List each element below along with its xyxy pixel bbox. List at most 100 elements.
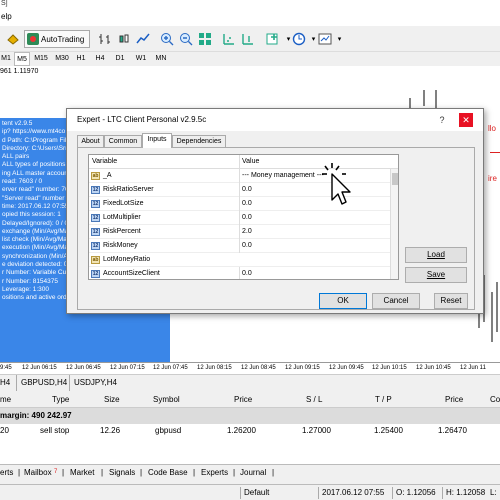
autotrading-button[interactable]: AutoTrading [24,30,90,48]
param-value[interactable]: 0.0 [239,197,389,211]
col-comment[interactable]: Co [490,392,500,408]
scrollbar-thumb[interactable] [392,173,398,185]
col-sl[interactable]: S / L [306,392,322,408]
param-name: LotMultiplier [103,214,141,221]
chart-tab[interactable]: H4 [0,375,10,391]
order-row[interactable]: 20 sell stop 12.26 gbpusd 1.26200 1.2700… [0,424,500,438]
alert-line [490,152,500,153]
help-icon[interactable]: ? [435,113,449,127]
param-value[interactable]: --- Money management --- [239,169,389,183]
tf-m30[interactable]: M30 [53,52,71,66]
param-row[interactable]: 12 AccountSizeClient 0.0 [89,267,390,279]
time-label: 12 Jun 07:45 [153,365,188,371]
param-row[interactable]: ab LotMoneyRatio [89,253,390,267]
tf-h1[interactable]: H1 [75,52,87,66]
close-icon[interactable]: ✕ [459,113,473,127]
tf-h4[interactable]: H4 [94,52,106,66]
tf-m5[interactable]: M5 [14,52,30,66]
col-price[interactable]: Price [234,392,252,408]
param-value[interactable]: 0.0 [239,183,389,197]
col-time[interactable]: me [0,392,11,408]
menu-bar: elp [0,8,500,26]
load-button[interactable]: Load [405,247,467,263]
param-name: FixedLotSize [103,200,144,207]
chart-tab-gbpusd[interactable]: GBPUSD,H4 [16,375,67,391]
col-symbol[interactable]: Symbol [153,392,180,408]
window-title-bar: S] [0,0,500,8]
menu-item-help[interactable]: elp [1,12,12,21]
candlestick-icon[interactable] [115,30,132,47]
status-high: H: 1.12058 [446,488,486,497]
cancel-button[interactable]: Cancel [372,293,420,309]
grid-scrollbar[interactable] [390,169,398,279]
chart-price-header: 961 1.11970 [0,68,39,75]
header-variable[interactable]: Variable [92,155,117,169]
tf-m1[interactable]: M1 [0,52,12,66]
ok-button[interactable]: OK [319,293,367,309]
tab-mailbox[interactable]: Mailbox [24,465,52,481]
col-size[interactable]: Size [104,392,120,408]
time-label: 9:45 [0,365,12,371]
tf-d1[interactable]: D1 [114,52,126,66]
col-type[interactable]: Type [52,392,69,408]
string-param-icon: ab [91,172,100,180]
autotrading-icon [27,33,39,45]
param-row[interactable]: 12 RiskMoney 0.0 [89,239,390,253]
dialog-title-bar[interactable]: Expert - LTC Client Personal v2.9.5c [67,109,483,131]
tf-m15[interactable]: M15 [32,52,50,66]
chart-shift-icon[interactable] [220,30,237,47]
line-chart-icon[interactable] [134,30,151,47]
param-value[interactable]: 0.0 [239,267,389,279]
param-value[interactable]: 2.0 [239,225,389,239]
tf-w1[interactable]: W1 [134,52,148,66]
param-value[interactable]: 0.0 [239,239,389,253]
new-order-icon[interactable] [4,30,21,47]
param-row[interactable]: 12 LotMultiplier 0.0 [89,211,390,225]
tab-codebase[interactable]: Code Base [148,465,188,481]
status-datetime: 2017.06.12 07:55 [322,488,385,497]
chart-tab-usdjpy[interactable]: USDJPY,H4 [69,375,117,391]
string-param-icon: ab [91,256,100,264]
param-name: LotMoneyRatio [103,256,151,263]
tab-common[interactable]: Common [104,135,142,147]
header-value[interactable]: Value [239,155,389,169]
window-title: S] [1,0,8,7]
col-tp[interactable]: T / P [375,392,392,408]
tab-about[interactable]: About [77,135,104,147]
status-low: L: 1.1 [490,488,497,497]
tab-dependencies[interactable]: Dependencies [172,135,226,147]
param-value[interactable]: 0.0 [239,211,389,225]
cancel-label: Cancel [383,296,409,305]
tab-inputs[interactable]: Inputs [142,133,172,148]
tf-mn[interactable]: MN [153,52,169,66]
param-row[interactable]: 12 RiskPercent 2.0 [89,225,390,239]
save-button[interactable]: Save [405,267,467,283]
status-separator [240,487,241,499]
tile-windows-icon[interactable] [196,30,213,47]
ok-label: OK [337,296,349,305]
inputs-tab-pane: Variable Value ab _A --- Money managemen… [77,147,475,310]
time-label: 12 Jun 08:15 [197,365,232,371]
tab-signals[interactable]: Signals [109,465,135,481]
tab-journal[interactable]: Journal [240,465,266,481]
zoom-out-icon[interactable] [177,30,194,47]
indicators-icon[interactable] [264,30,281,47]
timeframes-bar: M1 M5 M15 M30 H1 H4 D1 W1 MN [0,52,500,66]
order-price2: 1.26470 [438,426,467,435]
tab-market[interactable]: Market [70,465,94,481]
col-price2[interactable]: Price [445,392,463,408]
time-axis: 9:45 12 Jun 06:15 12 Jun 06:45 12 Jun 07… [0,362,500,374]
templates-dropdown-icon[interactable]: ▾ [331,30,348,47]
chart-red-label-2: ire [488,174,497,183]
tab-separator: | [140,468,143,477]
order-time: 20 [0,426,9,435]
order-tp: 1.25400 [374,426,403,435]
tab-alerts[interactable]: erts [0,465,13,481]
time-label: 12 Jun 09:45 [329,365,364,371]
bar-chart-icon[interactable] [96,30,113,47]
zoom-in-icon[interactable] [158,30,175,47]
autoscroll-icon[interactable] [239,30,256,47]
reset-button[interactable]: Reset [434,293,468,309]
tab-experts[interactable]: Experts [201,465,228,481]
param-name: AccountSizeClient [103,270,160,277]
